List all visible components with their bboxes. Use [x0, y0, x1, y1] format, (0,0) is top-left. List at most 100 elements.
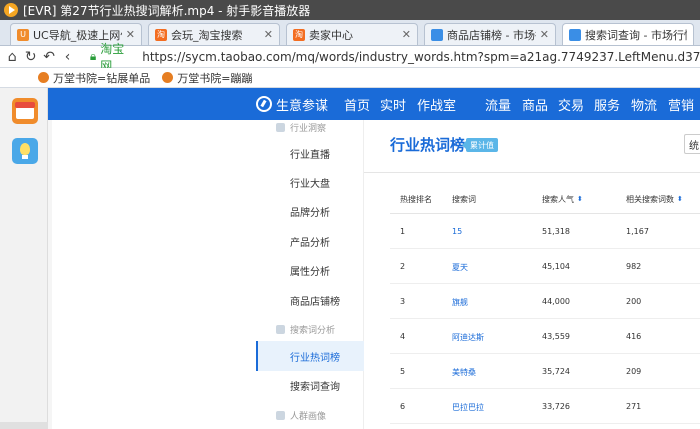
- sycm-logo[interactable]: 生意参谋: [256, 88, 328, 120]
- reload-icon[interactable]: ↻: [24, 49, 37, 65]
- cell-rank: 1: [400, 227, 406, 236]
- cell-rank: 2: [400, 262, 406, 271]
- nav-logistics[interactable]: 物流: [631, 88, 657, 120]
- nav-realtime[interactable]: 实时: [380, 88, 406, 120]
- close-icon[interactable]: ✕: [540, 28, 549, 41]
- cell-related: 1,167: [626, 227, 649, 236]
- browser-tab[interactable]: 淘 卖家中心 ✕: [286, 23, 418, 45]
- browser-tab-active[interactable]: 搜索词查询 - 市场行情 - 生: [562, 23, 694, 45]
- header-rank: 热搜排名: [400, 195, 432, 204]
- side-toolbar: [0, 88, 48, 429]
- cell-popularity: 35,724: [542, 367, 570, 376]
- left-menu: 行业洞察 行业直播 行业大盘 品牌分析 产品分析 属性分析 商品店铺榜 搜索词分…: [256, 120, 364, 429]
- cell-popularity: 33,726: [542, 402, 570, 411]
- browser-tab[interactable]: 淘 会玩_淘宝搜索 ✕: [148, 23, 280, 45]
- cell-rank: 6: [400, 402, 406, 411]
- bottom-strip: [0, 422, 48, 429]
- nav-product[interactable]: 商品: [522, 88, 548, 120]
- nav-trade[interactable]: 交易: [558, 88, 584, 120]
- cell-keyword[interactable]: 阿迪达斯: [452, 332, 484, 343]
- cell-rank: 5: [400, 367, 406, 376]
- section-icon: [276, 123, 285, 132]
- browser-tab[interactable]: 商品店铺榜 - 市场行情 - 生意 ✕: [424, 23, 556, 45]
- header-keyword: 搜索词: [452, 195, 476, 204]
- nav-traffic[interactable]: 流量: [485, 88, 511, 120]
- cell-popularity: 51,318: [542, 227, 570, 236]
- menu-item-store-ranking[interactable]: 商品店铺榜: [256, 285, 364, 315]
- table-row: 1 15 51,318 1,167: [390, 214, 700, 249]
- main-content: 行业热词榜 累计值 统 热搜排名 搜索词 搜索人气 ⬍ 相关搜索词数 ⬍ 1 15 …: [364, 120, 700, 429]
- bookmark-label: 万堂书院=钻展单品: [53, 71, 151, 85]
- url-input[interactable]: https://sycm.taobao.com/mq/words/industr…: [142, 50, 700, 64]
- tab-favicon-icon: [431, 28, 443, 41]
- logo-text: 生意参谋: [276, 98, 329, 114]
- close-icon[interactable]: ✕: [402, 28, 411, 41]
- menu-item-attribute-analysis[interactable]: 属性分析: [256, 255, 364, 285]
- header-related[interactable]: 相关搜索词数 ⬍: [626, 194, 683, 205]
- table-row: 2 夏天 45,104 982: [390, 249, 700, 284]
- player-title: [EVR] 第27节行业热搜词解析.mp4 - 射手影音播放器: [23, 3, 311, 18]
- tab-label: 商品店铺榜 - 市场行情 - 生意: [447, 28, 536, 42]
- menu-item-hot-words[interactable]: 行业热词榜: [256, 341, 364, 371]
- cell-rank: 3: [400, 297, 406, 306]
- tab-label: 卖家中心: [309, 28, 353, 42]
- cell-related: 982: [626, 262, 642, 271]
- table-row: 6 巴拉巴拉 33,726 271: [390, 389, 700, 424]
- nav-marketing[interactable]: 营销: [668, 88, 694, 120]
- date-picker[interactable]: 统: [684, 134, 700, 154]
- menu-item-industry-live[interactable]: 行业直播: [256, 138, 364, 168]
- bookmark-item[interactable]: 万堂书院=蹦蹦: [162, 70, 252, 86]
- cell-popularity: 45,104: [542, 262, 570, 271]
- table-header: 热搜排名 搜索词 搜索人气 ⬍ 相关搜索词数 ⬍: [390, 184, 700, 214]
- header-popularity[interactable]: 搜索人气 ⬍: [542, 194, 583, 205]
- back-icon[interactable]: ‹: [61, 49, 73, 65]
- sort-icon: ⬍: [577, 195, 583, 203]
- cell-keyword[interactable]: 15: [452, 227, 462, 236]
- table-row: 4 阿迪达斯 43,559 416: [390, 319, 700, 354]
- cell-related: 271: [626, 402, 642, 411]
- cell-related: 209: [626, 367, 642, 376]
- menu-item-product-analysis[interactable]: 产品分析: [256, 226, 364, 256]
- menu-section-industry: 行业洞察: [276, 121, 326, 134]
- compass-icon: [256, 96, 272, 112]
- play-icon: [4, 3, 18, 17]
- tab-favicon-icon: 淘: [155, 28, 167, 41]
- menu-section-crowd: 人群画像: [276, 409, 326, 422]
- cell-keyword[interactable]: 旗舰: [452, 297, 468, 308]
- table-row: 3 旗舰 44,000 200: [390, 284, 700, 319]
- close-icon[interactable]: ✕: [264, 28, 273, 41]
- bookmark-item[interactable]: 万堂书院=钻展单品: [38, 70, 150, 86]
- shop-app-icon[interactable]: [12, 98, 38, 124]
- home-icon[interactable]: ⌂: [6, 49, 18, 65]
- menu-item-industry-overview[interactable]: 行业大盘: [256, 167, 364, 197]
- section-icon: [276, 411, 285, 420]
- address-bar: ⌂ ↻ ↶ ‹ 🔒︎ 淘宝网 https://sycm.taobao.com/m…: [0, 42, 700, 73]
- player-title-bar: [EVR] 第27节行业热搜词解析.mp4 - 射手影音播放器: [0, 0, 700, 20]
- menu-item-brand-analysis[interactable]: 品牌分析: [256, 196, 364, 226]
- cell-popularity: 44,000: [542, 297, 570, 306]
- cumulative-badge: 累计值: [462, 138, 498, 152]
- bulb-app-icon[interactable]: [12, 138, 38, 164]
- cell-popularity: 43,559: [542, 332, 570, 341]
- sycm-header: 生意参谋 首页 实时 作战室 流量 商品 交易 服务 物流 营销: [48, 88, 700, 120]
- nav-service[interactable]: 服务: [594, 88, 620, 120]
- bookmarks-bar: 万堂书院=钻展单品 万堂书院=蹦蹦: [0, 68, 700, 88]
- cell-rank: 4: [400, 332, 406, 341]
- bookmark-label: 万堂书院=蹦蹦: [177, 71, 253, 85]
- cell-keyword[interactable]: 美特桑: [452, 367, 476, 378]
- tab-label: 搜索词查询 - 市场行情 - 生: [585, 28, 687, 42]
- undo-icon[interactable]: ↶: [43, 49, 55, 65]
- nav-war-room[interactable]: 作战室: [417, 88, 456, 120]
- bookmark-icon: [162, 72, 174, 83]
- menu-item-search-query[interactable]: 搜索词查询: [256, 370, 364, 400]
- cell-keyword[interactable]: 巴拉巴拉: [452, 402, 484, 413]
- table-row: 5 美特桑 35,724 209: [390, 354, 700, 389]
- tab-label: 会玩_淘宝搜索: [171, 28, 243, 42]
- cell-related: 416: [626, 332, 642, 341]
- nav-home[interactable]: 首页: [344, 88, 370, 120]
- page-scrollbar[interactable]: [48, 120, 52, 429]
- tab-favicon-icon: [569, 28, 581, 41]
- cell-keyword[interactable]: 夏天: [452, 262, 468, 273]
- sort-icon: ⬍: [677, 195, 683, 203]
- menu-section-search: 搜索词分析: [276, 323, 335, 336]
